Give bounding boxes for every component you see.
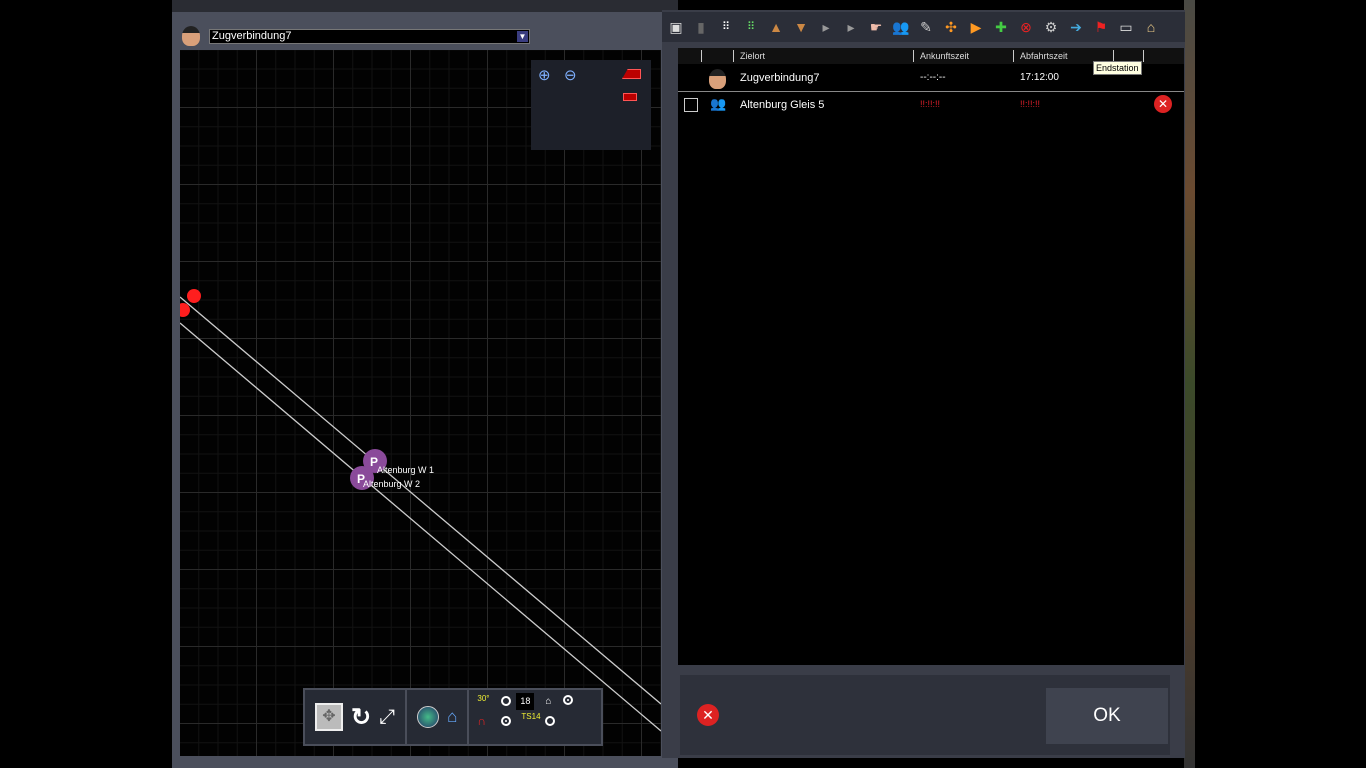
track-lines: P P xyxy=(180,289,661,732)
track-line xyxy=(180,296,661,705)
platform-icon[interactable]: ▭ xyxy=(1116,17,1136,37)
pointer-hand-icon[interactable]: ☛ xyxy=(866,17,886,37)
route-map[interactable]: P P Altenburg W 1 Altenburg W 2 xyxy=(180,50,661,756)
signal-marker xyxy=(180,303,190,317)
column-header xyxy=(1143,50,1183,62)
ts-label: TS14 xyxy=(521,712,541,721)
ts-radio[interactable] xyxy=(545,716,556,726)
driver-icon xyxy=(182,26,200,46)
track-view-icon[interactable] xyxy=(622,69,641,79)
signal-marker xyxy=(187,289,201,303)
move-down-icon[interactable]: ▼ xyxy=(791,17,811,37)
passengers-icon[interactable]: 👥 xyxy=(891,17,911,37)
enter-icon[interactable]: ➔ xyxy=(1066,17,1086,37)
timetable-table: Zielort Ankunftszeit Abfahrtszeit Zugver… xyxy=(678,48,1184,665)
station-label: Altenburg W 1 xyxy=(377,465,435,475)
column-header xyxy=(701,50,733,62)
zoom-out-icon[interactable]: ⊖ xyxy=(564,66,577,84)
angle-label: 30° xyxy=(477,694,490,703)
passengers-icon: 👥 xyxy=(710,96,727,111)
remove-stop-icon[interactable]: ⊗ xyxy=(1016,17,1036,37)
save-icon[interactable]: ▣ xyxy=(666,17,686,37)
track-line xyxy=(180,322,661,732)
signal-box-icon[interactable]: ✎ xyxy=(916,17,936,37)
ok-button[interactable]: OK xyxy=(1046,688,1168,744)
departure-time: 17:12:00 xyxy=(1020,72,1059,83)
delete-stop-icon[interactable]: ✕ xyxy=(1154,95,1172,113)
train-select-dropdown[interactable]: Zugverbindung7 ▼ xyxy=(209,29,530,44)
destination: Zugverbindung7 xyxy=(740,72,820,84)
departure-time: !!:!!:!! xyxy=(1020,99,1041,109)
insert-before-icon[interactable]: ▸ xyxy=(841,17,861,37)
add-next-icon[interactable]: ✚ xyxy=(991,17,1011,37)
column-header-zielort[interactable]: Zielort xyxy=(733,50,913,62)
timetable-toolbar: ▣ ▮ ⠿ ⠿ ▲ ▼ ▸ ▸ ☛ 👥 ✎ ✣ ▶ ✚ ⊗ ⚙ ➔ ⚑ ▭ ⌂ xyxy=(662,12,1185,42)
driver-icon xyxy=(709,69,726,89)
background-scenery xyxy=(1184,0,1195,768)
zoom-in-icon[interactable]: ⊕ xyxy=(538,66,551,84)
settings-doc-icon[interactable]: ⚙ xyxy=(1041,17,1061,37)
zoom-panel: ⊕ ⊖ xyxy=(531,60,651,150)
destination: Altenburg Gleis 5 xyxy=(740,99,825,111)
chevron-down-icon[interactable]: ▼ xyxy=(517,31,528,42)
flag-icon[interactable]: ⚑ xyxy=(1091,17,1111,37)
lock-radio[interactable] xyxy=(563,695,574,705)
trash-icon[interactable]: ▮ xyxy=(691,17,711,37)
rotate-icon[interactable]: ↻ xyxy=(351,703,371,732)
grid-white-icon[interactable]: ⠿ xyxy=(716,17,736,37)
globe-icon[interactable] xyxy=(417,706,440,728)
column-header-ankunftszeit[interactable]: Ankunftszeit xyxy=(913,50,1013,62)
station-label: Altenburg W 2 xyxy=(363,479,421,489)
table-row[interactable]: 👥 Altenburg Gleis 5 !!:!!:!! !!:!!:!! ✕ xyxy=(678,93,1184,119)
expand-icon[interactable]: ✣ xyxy=(941,17,961,37)
magnet-radio[interactable] xyxy=(501,716,512,726)
home-icon[interactable]: ⌂ xyxy=(447,707,457,727)
row-checkbox[interactable] xyxy=(684,98,698,112)
arrival-time: --:--:-- xyxy=(920,72,946,83)
tooltip: Endstation xyxy=(1093,61,1142,75)
angle-radio[interactable] xyxy=(501,696,512,706)
delete-icon[interactable]: ✕ xyxy=(697,704,719,726)
add-play-icon[interactable]: ▶ xyxy=(966,17,986,37)
station-roof-icon[interactable]: ⌂ xyxy=(1141,17,1161,37)
map-tools: ✥ ↻ ⤢ ⌂ 30° 18 ⌂ ∩ TS14 xyxy=(303,688,603,746)
lock-icon: ⌂ xyxy=(545,696,552,707)
resize-icon[interactable]: ⤢ xyxy=(379,706,395,729)
insert-after-icon[interactable]: ▸ xyxy=(816,17,836,37)
grid-green-icon[interactable]: ⠿ xyxy=(741,17,761,37)
speed-value: 18 xyxy=(516,693,535,710)
track-edit-icon[interactable] xyxy=(623,93,637,101)
magnet-icon: ∩ xyxy=(477,714,487,728)
train-select-value: Zugverbindung7 xyxy=(212,30,292,42)
arrival-time: !!:!!:!! xyxy=(920,99,941,109)
move-up-icon[interactable]: ▲ xyxy=(766,17,786,37)
fullscreen-icon[interactable]: ✥ xyxy=(315,703,343,731)
